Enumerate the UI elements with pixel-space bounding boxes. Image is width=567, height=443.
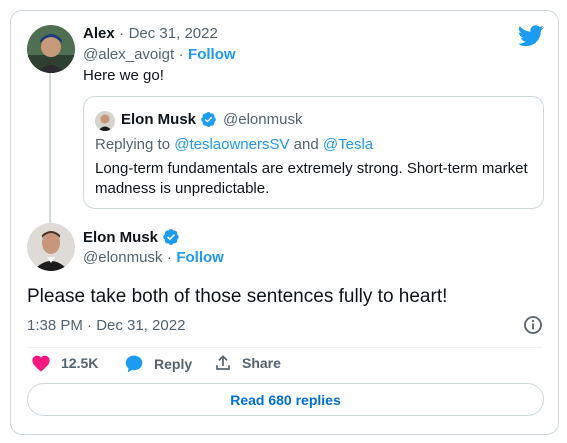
- separator: ·: [178, 46, 184, 63]
- reply-date[interactable]: Dec 31, 2022: [129, 25, 218, 42]
- quoted-tweet[interactable]: Elon Musk @elonmusk Replying to @teslaow…: [83, 96, 544, 209]
- quote-text-line: Long-term fundamentals are extremely str…: [95, 160, 528, 177]
- quote-text: Long-term fundamentals are extremely str…: [95, 159, 528, 199]
- reply-handle[interactable]: @alex_avoigt: [83, 46, 174, 63]
- main-follow-button[interactable]: Follow: [176, 249, 224, 266]
- tweet-embed-card: Alex · Dec 31, 2022 @alex_avoigt · Follo…: [10, 10, 559, 435]
- main-tweet-text: Please take both of those sentences full…: [27, 286, 448, 307]
- reply-label: Reply: [154, 356, 193, 372]
- main-handle[interactable]: @elonmusk: [83, 249, 162, 266]
- read-replies-label: Read 680 replies: [230, 391, 341, 408]
- info-icon[interactable]: [523, 315, 543, 335]
- thread-connector-line: [49, 73, 51, 225]
- quote-text-line: madness is unpredictable.: [95, 180, 270, 197]
- separator: ·: [119, 25, 125, 42]
- quote-author-avatar: [95, 111, 115, 131]
- quote-handle: @elonmusk: [223, 111, 303, 128]
- reply-author-name[interactable]: Alex: [83, 25, 115, 42]
- share-icon: [214, 354, 232, 372]
- verified-badge-icon: [162, 228, 180, 246]
- like-button[interactable]: 12.5K: [31, 354, 98, 372]
- main-handle-row: @elonmusk · Follow: [83, 249, 224, 267]
- reply-text: Here we go!: [83, 67, 164, 84]
- twitter-bird-icon[interactable]: [518, 25, 544, 47]
- replying-and: and: [293, 136, 319, 153]
- alex-avatar[interactable]: [27, 25, 75, 73]
- tweet-timestamp[interactable]: 1:38 PM · Dec 31, 2022: [27, 317, 185, 334]
- reply-follow-button[interactable]: Follow: [188, 46, 236, 63]
- verified-badge-icon: [200, 111, 217, 128]
- reply-bubble-icon: [124, 354, 144, 374]
- reply-button[interactable]: Reply: [124, 354, 192, 374]
- main-header: Elon Musk: [83, 228, 180, 246]
- replying-to-label: Replying to: [95, 136, 171, 153]
- main-author-avatar[interactable]: [27, 223, 75, 271]
- read-replies-button[interactable]: Read 680 replies: [27, 383, 544, 416]
- reply-handle-row: @alex_avoigt · Follow: [83, 46, 236, 64]
- replying-to-link-1[interactable]: @teslaownersSV: [174, 136, 289, 153]
- main-author-name[interactable]: Elon Musk: [83, 229, 158, 246]
- share-button[interactable]: Share: [214, 354, 281, 372]
- quote-author-name: Elon Musk: [121, 111, 197, 128]
- quote-header: Elon Musk @elonmusk: [121, 111, 302, 128]
- share-label: Share: [242, 355, 281, 371]
- quote-replying-to: Replying to @teslaownersSV and @Tesla: [95, 136, 373, 153]
- reply-header: Alex · Dec 31, 2022: [83, 25, 218, 43]
- heart-icon: [31, 354, 51, 372]
- separator: ·: [166, 249, 172, 266]
- divider: [27, 347, 542, 348]
- replying-to-link-2[interactable]: @Tesla: [323, 136, 373, 153]
- like-count: 12.5K: [61, 355, 99, 371]
